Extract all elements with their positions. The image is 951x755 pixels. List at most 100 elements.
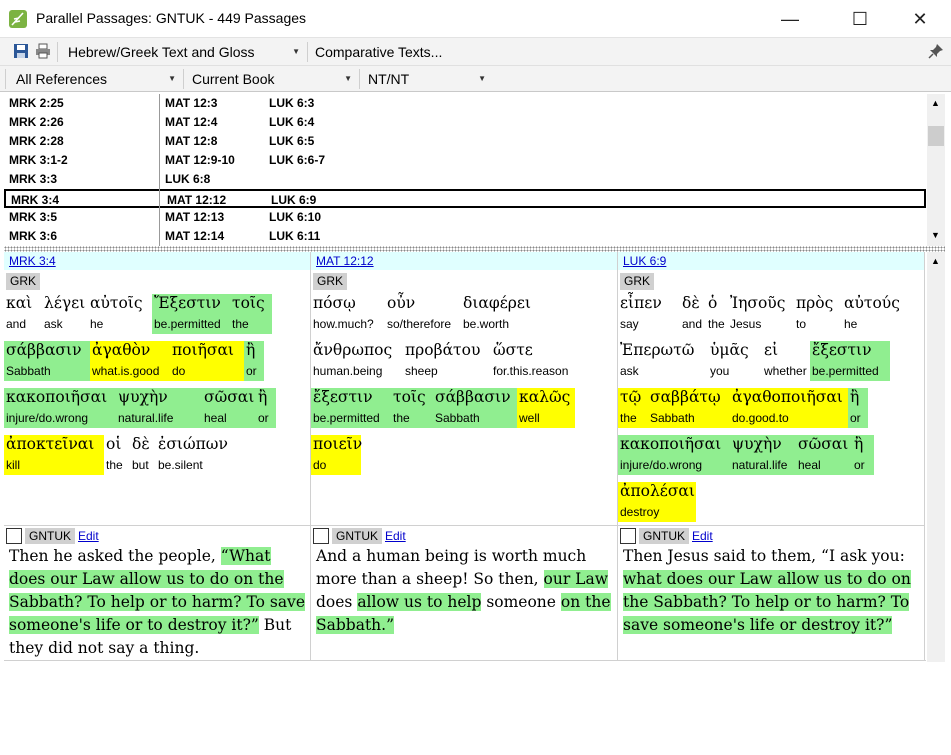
scrollbar-thumb[interactable]: [928, 126, 944, 146]
pin-icon[interactable]: [928, 43, 944, 59]
greek-word[interactable]: κακοποιῆσαι injure/do.wrong: [4, 388, 116, 428]
word-gloss: or: [258, 411, 269, 425]
greek-word[interactable]: προβάτου sheep: [403, 341, 491, 381]
panes-scrollbar[interactable]: ▲: [927, 252, 945, 662]
word-gloss: but: [132, 458, 149, 472]
greek-word[interactable]: ἐσιώπων be.silent: [156, 435, 236, 475]
reference-row[interactable]: MRK 2:28 MAT 12:8 LUK 6:5: [4, 132, 926, 151]
greek-word[interactable]: ἀγαθοποιῆσαι do.good.to: [730, 388, 848, 428]
greek-word[interactable]: εἶπεν say: [618, 294, 680, 334]
reference-cell: MAT 12:12: [167, 193, 227, 207]
greek-word[interactable]: σάββασιν Sabbath: [4, 341, 90, 381]
testament-filter-dropdown[interactable]: NT/NT ▼: [360, 66, 492, 91]
greek-word-text: ἢ: [850, 388, 860, 406]
parallel-pane: LUK 6:9 GRK εἶπεν say δὲ and ὁ the Ἰησοῦς Jesus πρ…: [618, 252, 925, 660]
greek-word[interactable]: Ἐπερωτῶ ask: [618, 341, 708, 381]
translation-checkbox[interactable]: [6, 528, 22, 544]
maximize-button[interactable]: ☐: [837, 0, 883, 38]
greek-word[interactable]: ποιῆσαι do: [170, 341, 244, 381]
greek-word[interactable]: αὐτούς he: [842, 294, 904, 334]
greek-word[interactable]: ἔξεστιν be.permitted: [311, 388, 391, 428]
reference-cell: LUK 6:11: [269, 229, 321, 243]
greek-word[interactable]: ὁ the: [706, 294, 728, 334]
reference-row[interactable]: MRK 3:5 MAT 12:13 LUK 6:10: [4, 208, 926, 227]
reference-row[interactable]: MRK 3:3 LUK 6:8: [4, 170, 926, 189]
greek-word-text: Ἔξεστιν: [154, 294, 221, 312]
word-gloss: be.permitted: [313, 411, 380, 425]
pane-reference-link[interactable]: MAT 12:12: [316, 254, 374, 268]
reference-cell: MRK 3:6: [9, 229, 58, 243]
greek-word[interactable]: σῶσαι heal: [796, 435, 852, 475]
edit-link[interactable]: Edit: [692, 529, 713, 543]
greek-word[interactable]: τοῖς the: [230, 294, 272, 334]
scroll-up-icon[interactable]: ▲: [931, 98, 940, 108]
reference-row[interactable]: MRK 3:4 MAT 12:12 LUK 6:9: [4, 189, 926, 208]
greek-word[interactable]: Ἔξεστιν be.permitted: [152, 294, 230, 334]
greek-word[interactable]: πόσῳ how.much?: [311, 294, 385, 334]
greek-word[interactable]: ὑμᾶς you: [708, 341, 762, 381]
word-gloss: natural.life: [118, 411, 174, 425]
greek-word[interactable]: ἀποκτεῖναι kill: [4, 435, 104, 475]
greek-word[interactable]: ἢ or: [848, 388, 868, 428]
scroll-up-icon[interactable]: ▲: [931, 256, 940, 266]
passage-reference-list[interactable]: MRK 2:25 MAT 12:3 LUK 6:3 MRK 2:26 MAT 12:4 L…: [4, 94, 926, 246]
references-filter-dropdown[interactable]: All References ▼: [8, 66, 182, 91]
greek-word[interactable]: ἔξεστιν be.permitted: [810, 341, 890, 381]
greek-word[interactable]: οἱ the: [104, 435, 130, 475]
comparative-texts-button[interactable]: Comparative Texts...: [307, 38, 477, 65]
print-icon[interactable]: [35, 43, 51, 59]
greek-word-text: καλῶς: [519, 388, 571, 406]
greek-word[interactable]: ὥστε for.this.reason: [491, 341, 581, 381]
scroll-down-icon[interactable]: ▼: [931, 230, 940, 240]
reference-row[interactable]: MRK 3:6 MAT 12:14 LUK 6:11: [4, 227, 926, 246]
greek-word[interactable]: ποιεῖν do: [311, 435, 362, 475]
greek-word[interactable]: δὲ but: [130, 435, 156, 475]
save-icon[interactable]: [13, 43, 29, 59]
greek-word[interactable]: διαφέρει be.worth: [461, 294, 557, 334]
reference-row[interactable]: MRK 3:1-2 MAT 12:9-10 LUK 6:6-7: [4, 151, 926, 170]
minimize-button[interactable]: —: [767, 0, 813, 38]
greek-word[interactable]: πρὸς to: [794, 294, 842, 334]
greek-word-text: ἄνθρωπος: [313, 341, 393, 359]
greek-word[interactable]: καλῶς well: [517, 388, 575, 428]
greek-word-text: δὲ: [132, 435, 150, 453]
book-filter-dropdown[interactable]: Current Book ▼: [184, 66, 358, 91]
greek-word[interactable]: λέγει ask: [42, 294, 88, 334]
greek-word[interactable]: αὐτοῖς he: [88, 294, 152, 334]
word-gloss: say: [620, 317, 639, 331]
close-button[interactable]: ✕: [897, 0, 943, 38]
edit-link[interactable]: Edit: [385, 529, 406, 543]
greek-word[interactable]: Ἰησοῦς Jesus: [728, 294, 794, 334]
greek-word[interactable]: τοῖς the: [391, 388, 433, 428]
greek-word[interactable]: σάββασιν Sabbath: [433, 388, 517, 428]
greek-word[interactable]: ἢ or: [256, 388, 276, 428]
translation-checkbox[interactable]: [313, 528, 329, 544]
greek-word[interactable]: ἀπολέσαι destroy: [618, 482, 696, 522]
greek-word[interactable]: ἢ or: [244, 341, 264, 381]
greek-word[interactable]: εἰ whether: [762, 341, 810, 381]
greek-word[interactable]: τῷ the: [618, 388, 648, 428]
reference-row[interactable]: MRK 2:26 MAT 12:4 LUK 6:4: [4, 113, 926, 132]
greek-word[interactable]: οὖν so/therefore: [385, 294, 461, 334]
greek-word[interactable]: ἢ or: [852, 435, 874, 475]
pane-reference-link[interactable]: LUK 6:9: [623, 254, 666, 268]
chevron-down-icon: ▼: [478, 74, 486, 83]
greek-word[interactable]: σῶσαι heal: [202, 388, 256, 428]
word-gloss: what.is.good: [92, 364, 160, 378]
greek-word[interactable]: ψυχὴν natural.life: [730, 435, 796, 475]
edit-link[interactable]: Edit: [78, 529, 99, 543]
translation-checkbox[interactable]: [620, 528, 636, 544]
greek-word[interactable]: ψυχὴν natural.life: [116, 388, 202, 428]
greek-word[interactable]: ἀγαθὸν what.is.good: [90, 341, 170, 381]
text-type-dropdown[interactable]: Hebrew/Greek Text and Gloss ▼: [60, 38, 306, 65]
greek-word[interactable]: ἄνθρωπος human.being: [311, 341, 403, 381]
reference-row[interactable]: MRK 2:25 MAT 12:3 LUK 6:3: [4, 94, 926, 113]
greek-word-text: ὁ: [708, 294, 718, 312]
pane-reference-link[interactable]: MRK 3:4: [9, 254, 56, 268]
greek-word[interactable]: κακοποιῆσαι injure/do.wrong: [618, 435, 730, 475]
word-gloss: the: [708, 317, 725, 331]
reference-list-scrollbar[interactable]: ▲ ▼: [927, 94, 945, 246]
greek-word[interactable]: δὲ and: [680, 294, 706, 334]
greek-word[interactable]: καὶ and: [4, 294, 40, 334]
greek-word[interactable]: σαββάτῳ Sabbath: [648, 388, 730, 428]
